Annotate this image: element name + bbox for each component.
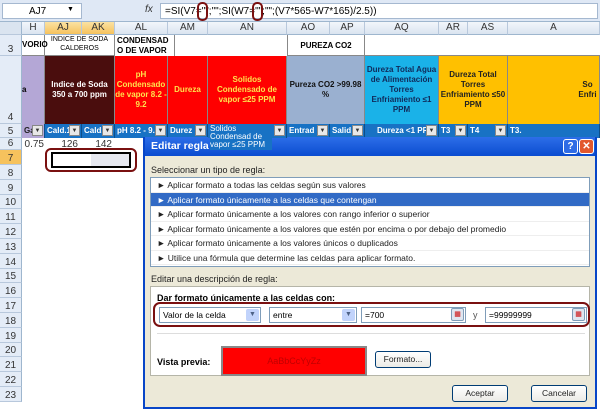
col-header[interactable]: AM (168, 22, 208, 35)
filter-dropdown-icon[interactable]: ▼ (317, 125, 328, 136)
row-header[interactable]: 8 (0, 165, 22, 180)
rule-type-item[interactable]: ► Aplicar formato a todas las celdas seg… (151, 178, 589, 193)
cell-aoap4[interactable]: Pureza CO2 >99.98 % (287, 56, 365, 124)
filter-h[interactable]: Gaff▼ (22, 124, 45, 138)
col-header[interactable]: AK (82, 22, 115, 35)
help-button[interactable]: ? (563, 139, 578, 154)
row-header[interactable]: 17 (0, 298, 22, 313)
format-button[interactable]: Formato... (375, 351, 431, 368)
formula-bar: AJ7 ▼ fx =SI(V7="";"";SI(W7="";"";(V7*56… (0, 0, 600, 22)
fx-icon[interactable]: fx (145, 4, 153, 15)
row-header[interactable]: 23 (0, 387, 22, 402)
filter-dropdown-icon[interactable]: ▼ (69, 125, 80, 136)
filter-al[interactable]: pH 8.2 - 9. ▼ (115, 124, 168, 138)
edit-description-label: Editar una descripción de regla: (151, 274, 278, 284)
highlight-circle (45, 148, 137, 172)
cell-aq4[interactable]: Dureza Total Agua de Alimentación Torres… (365, 56, 439, 124)
rule-type-item[interactable]: ► Aplicar formato únicamente a los valor… (151, 236, 589, 251)
filter-ak[interactable]: Cald.2 ▼ (82, 124, 115, 138)
filter-dropdown-icon[interactable]: ▼ (32, 125, 43, 136)
col-header[interactable]: AR (439, 22, 468, 35)
close-button[interactable]: ✕ (579, 139, 594, 154)
highlight-circle (153, 302, 590, 327)
highlight-circle (197, 2, 208, 21)
cell-an4[interactable]: Solidos Condensado de vapor ≤25 PPM (208, 56, 287, 124)
filter-dropdown-icon[interactable]: ▼ (455, 125, 466, 136)
row-header[interactable]: 22 (0, 372, 22, 387)
preview-box: AaBbCcYyZz (221, 346, 367, 376)
preview-label: Vista previa: (157, 357, 211, 367)
filter-aq[interactable]: Dureza <1 PPM ▼ (365, 124, 439, 138)
row-header[interactable]: 12 (0, 224, 22, 239)
cell-ajak4[interactable]: Indice de Soda 350 a 700 ppm (45, 56, 115, 124)
row-header[interactable]: 11 (0, 209, 22, 225)
col-header[interactable]: AP (330, 22, 365, 35)
rule-type-item[interactable]: ► Aplicar formato únicamente a los valor… (151, 222, 589, 236)
formula-input[interactable]: =SI(V7="";"";SI(W7="";"";(V7*565-W7*165)… (160, 3, 598, 19)
cell-at4[interactable]: So Enfri (508, 56, 600, 124)
filter-as[interactable]: T4 ▼ (468, 124, 508, 138)
row-header[interactable]: 19 (0, 327, 22, 343)
row-header[interactable]: 5 (0, 124, 22, 138)
row-header[interactable]: 21 (0, 357, 22, 373)
rule-type-item-selected[interactable]: ► Aplicar formato únicamente a las celda… (151, 192, 589, 207)
filter-an[interactable]: Solidos Condensad de vapor ≤25 PPM ▼ (208, 124, 287, 150)
col-header[interactable]: AL (115, 22, 168, 35)
cell-h4[interactable]: a (22, 56, 45, 124)
filter-dropdown-icon[interactable]: ▼ (102, 125, 113, 136)
row-header[interactable]: 10 (0, 194, 22, 210)
cell-al3[interactable]: CONDENSAD O DE VAPOR (115, 35, 175, 56)
row-header[interactable]: 20 (0, 342, 22, 358)
rule-type-item[interactable]: ► Aplicar formato únicamente a los valor… (151, 207, 589, 222)
row-header[interactable]: 9 (0, 179, 22, 195)
col-header[interactable]: H (22, 22, 45, 35)
filter-am[interactable]: Durez ▼ (168, 124, 208, 138)
rule-description-group: Dar formato únicamente a las celdas con:… (150, 286, 590, 376)
ok-button[interactable]: Aceptar (452, 385, 508, 402)
filter-dropdown-icon[interactable]: ▼ (274, 125, 285, 136)
filter-dropdown-icon[interactable]: ▼ (155, 125, 166, 136)
select-all[interactable] (0, 22, 22, 35)
cell-aras4[interactable]: Dureza Total Torres Enfriamiento ≤50 PPM (439, 56, 508, 124)
filter-dropdown-icon[interactable]: ▼ (352, 125, 363, 136)
cancel-button[interactable]: Cancelar (531, 385, 587, 402)
filter-dropdown-icon[interactable]: ▼ (495, 125, 506, 136)
row-header[interactable]: 7 (0, 150, 22, 165)
col-header[interactable]: A (508, 22, 600, 35)
row-header[interactable]: 14 (0, 253, 22, 269)
cell-h3[interactable]: VORIO (22, 35, 48, 56)
select-rule-type-label: Seleccionar un tipo de regla: (151, 165, 266, 175)
edit-format-rule-dialog: Editar regla de formato ? ✕ Seleccionar … (143, 137, 597, 409)
filter-ap[interactable]: Salid ▼ (330, 124, 365, 138)
cell-al4[interactable]: pH Condensado de vapor 8.2 - 9.2 (115, 56, 168, 124)
col-header[interactable]: AS (468, 22, 508, 35)
highlight-circle (252, 2, 263, 21)
row-header[interactable]: 16 (0, 283, 22, 299)
row-header[interactable]: 4 (0, 56, 22, 124)
row-header[interactable]: 13 (0, 239, 22, 254)
cell-ajak3[interactable]: INDICE DE SODA CALDEROS (45, 35, 115, 56)
chevron-down-icon[interactable]: ▼ (67, 6, 74, 13)
filter-at[interactable]: T3. (508, 124, 600, 138)
filter-dropdown-icon[interactable]: ▼ (195, 125, 206, 136)
col-header[interactable]: AQ (365, 22, 439, 35)
cell-am4[interactable]: Dureza (168, 56, 208, 124)
row-header[interactable]: 15 (0, 268, 22, 284)
filter-dropdown-icon[interactable]: ▼ (426, 125, 437, 136)
filter-aj[interactable]: Cald.1 ▼ (45, 124, 82, 138)
cell-aoap3[interactable]: PUREZA CO2 (287, 35, 365, 56)
filter-ao[interactable]: Entrad ▼ (287, 124, 330, 138)
row-header[interactable]: 18 (0, 313, 22, 328)
cell-h6[interactable]: 0.75 (22, 139, 44, 150)
col-header[interactable]: AJ (45, 22, 82, 35)
col-header[interactable]: AO (287, 22, 330, 35)
col-header[interactable]: AN (208, 22, 287, 35)
row-header[interactable]: 6 (0, 138, 22, 150)
row-header[interactable]: 3 (0, 35, 22, 56)
filter-ar[interactable]: T3 ▼ (439, 124, 468, 138)
rule-type-list[interactable]: ► Aplicar formato a todas las celdas seg… (150, 177, 590, 267)
rule-type-item[interactable]: ► Utilice una fórmula que determine las … (151, 251, 589, 265)
